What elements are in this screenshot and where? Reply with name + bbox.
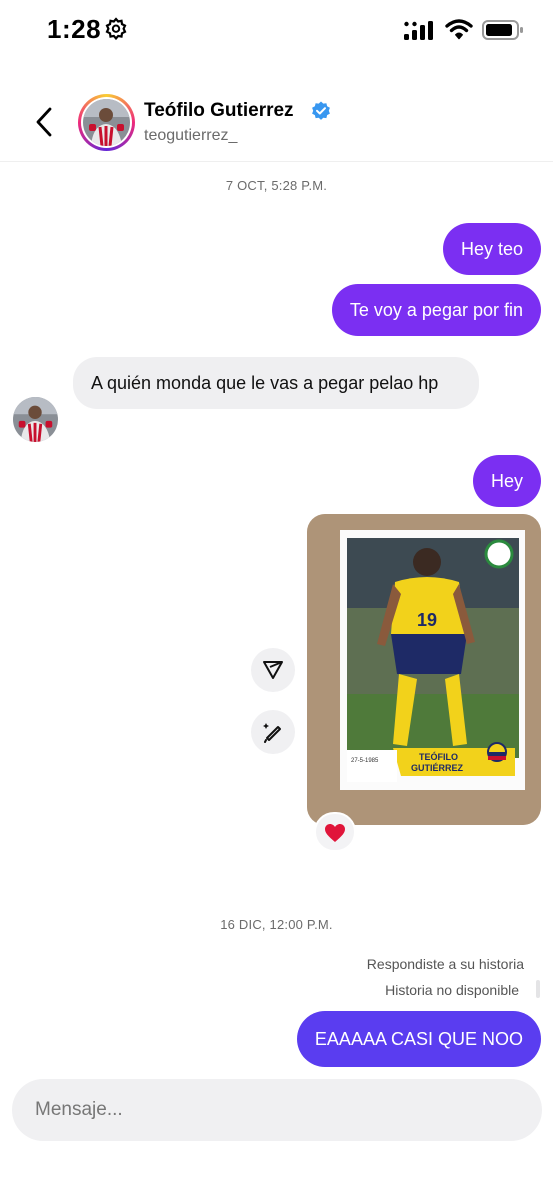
brush-icon (263, 723, 281, 743)
story-reply-indicator (536, 980, 540, 998)
status-bar: 1:28 (0, 0, 553, 60)
message-text: Hey (490, 471, 523, 491)
battery-icon (482, 20, 523, 40)
message-outgoing[interactable]: Te voy a pegar por fin (331, 284, 541, 336)
card-birthdate: 27-5-1985 (351, 758, 379, 764)
contact-name[interactable]: Teófilo Gutierrez (144, 100, 294, 122)
share-triangle-icon (263, 661, 283, 679)
message-outgoing[interactable]: Hey (472, 455, 541, 507)
contact-username: teogutierrez_ (144, 127, 238, 144)
story-reply-note: Respondiste a su historia (366, 956, 524, 972)
story-unavailable-note[interactable]: Historia no disponible (385, 982, 519, 998)
card-name-line2: GUTIÉRREZ (411, 763, 464, 773)
edit-button[interactable] (251, 710, 295, 754)
wifi-icon (445, 19, 473, 40)
message-text: Te voy a pegar por fin (349, 300, 523, 320)
heart-icon (325, 824, 345, 842)
share-button[interactable] (251, 648, 295, 692)
timestamp: 7 OCT, 5:28 P.M. (225, 178, 328, 193)
message-composer[interactable] (12, 1079, 542, 1141)
message-text: Hey teo (460, 239, 523, 259)
message-incoming[interactable]: A quién monda que le vas a pegar pelao h… (73, 357, 479, 409)
photo-message[interactable]: 19 TEÓFILO GUTIÉRREZ 27-5-1985 (307, 514, 541, 825)
message-outgoing[interactable]: Hey teo (442, 223, 541, 275)
message-outgoing[interactable]: EAAAAA CASI QUE NOO (296, 1011, 541, 1067)
chat-header: Teófilo Gutierrez teogutierrez_ (0, 82, 553, 162)
avatar-photo (13, 397, 58, 442)
message-text: EAAAAA CASI QUE NOO (314, 1029, 523, 1049)
message-input[interactable] (35, 1096, 515, 1124)
status-time: 1:28 (47, 14, 102, 44)
verified-badge-icon (312, 101, 330, 120)
timestamp: 16 DIC, 12:00 P.M. (220, 917, 333, 932)
reaction-badge[interactable] (314, 812, 356, 852)
sticker-photo: 19 TEÓFILO GUTIÉRREZ 27-5-1985 (307, 514, 541, 825)
cellular-signal-icon (404, 21, 433, 40)
focus-mode-icon (105, 17, 127, 41)
contact-avatar[interactable] (78, 94, 135, 151)
message-text: A quién monda que le vas a pegar pelao h… (91, 373, 439, 393)
jersey-number: 19 (417, 610, 437, 630)
card-name-line1: TEÓFILO (419, 751, 458, 762)
avatar-photo (83, 99, 130, 146)
sender-avatar[interactable] (13, 397, 58, 442)
back-arrow-icon[interactable] (30, 104, 60, 140)
